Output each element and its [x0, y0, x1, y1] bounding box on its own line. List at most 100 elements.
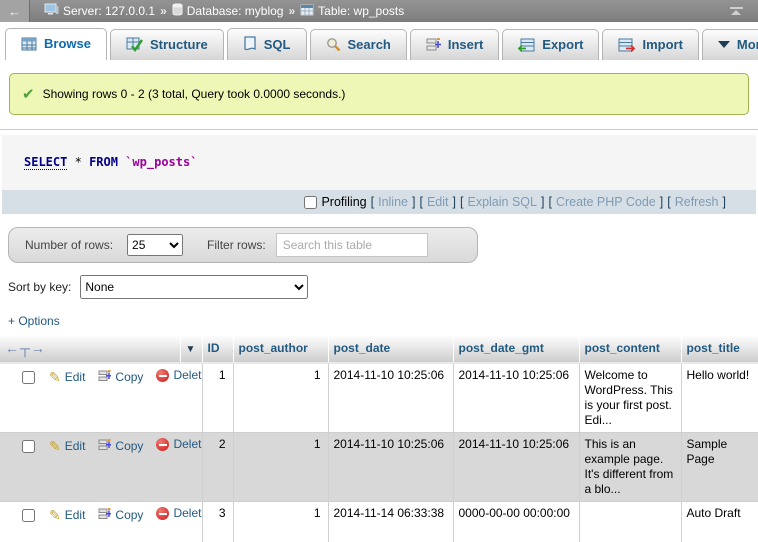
tab-search-label: Search — [348, 37, 391, 52]
table-row: ✎EditCopyDelete 1 1 2014-11-10 10:25:06 … — [0, 363, 758, 433]
with-selected-header[interactable]: ▼ — [180, 335, 202, 363]
sort-by-key-select[interactable]: None — [80, 275, 308, 299]
query-actions-bar: Profiling [ Inline ] [ Edit ] [ Explain … — [2, 190, 756, 214]
breadcrumb-table[interactable]: Table: wp_posts — [300, 4, 404, 19]
back-button[interactable]: ← — [0, 0, 30, 22]
number-of-rows-select[interactable]: 25 — [127, 234, 183, 256]
success-check-icon: ✔ — [22, 85, 35, 103]
edit-link[interactable]: ✎Edit — [49, 370, 85, 385]
profiling-label: Profiling — [321, 195, 366, 209]
cell-id: 1 — [202, 363, 233, 433]
explain-sql-link[interactable]: Explain SQL — [467, 195, 536, 209]
copy-icon — [98, 507, 111, 524]
bracket: ] — [723, 195, 726, 209]
section-divider — [0, 129, 758, 130]
column-header-post-title[interactable]: post_title — [681, 335, 758, 363]
delete-label: Delete — [173, 368, 202, 383]
filter-rows-label: Filter rows: — [207, 238, 266, 252]
bracket: ] — [412, 195, 415, 209]
breadcrumb-database[interactable]: Database: myblog — [172, 3, 284, 19]
tab-sql[interactable]: SQL — [227, 28, 307, 60]
tab-import[interactable]: Import — [602, 29, 698, 60]
refresh-link[interactable]: Refresh — [675, 195, 719, 209]
filter-rows-input[interactable] — [276, 233, 428, 257]
tab-structure-label: Structure — [150, 37, 208, 52]
cell-id: 2 — [202, 433, 233, 502]
copy-link[interactable]: Copy — [98, 507, 143, 524]
sql-table-identifier: `wp_posts` — [125, 155, 197, 169]
breadcrumb-server-label: Server: 127.0.0.1 — [63, 4, 155, 18]
status-message: ✔ Showing rows 0 - 2 (3 total, Query too… — [9, 73, 749, 115]
tab-search[interactable]: Search — [310, 29, 407, 60]
row-checkbox[interactable] — [22, 371, 35, 384]
options-toggle-link[interactable]: + Options — [8, 314, 60, 328]
create-php-code-link[interactable]: Create PHP Code — [556, 195, 656, 209]
edit-label: Edit — [65, 439, 86, 454]
breadcrumb-database-label: Database: myblog — [187, 4, 284, 18]
back-arrow-icon: ← — [8, 4, 21, 19]
sql-query-box: SELECT * FROM `wp_posts` — [2, 135, 756, 190]
table-row: ✎EditCopyDelete 2 1 2014-11-10 10:25:06 … — [0, 433, 758, 502]
collapse-icon[interactable] — [728, 7, 758, 15]
insert-icon — [426, 37, 441, 52]
tab-sql-label: SQL — [264, 37, 291, 52]
copy-link[interactable]: Copy — [98, 369, 143, 386]
edit-label: Edit — [65, 508, 86, 523]
search-icon — [326, 37, 341, 52]
column-header-id[interactable]: ID — [202, 335, 233, 363]
row-checkbox[interactable] — [22, 509, 35, 522]
database-icon — [172, 3, 183, 19]
breadcrumb-separator: » — [288, 4, 295, 18]
sql-keyword-select[interactable]: SELECT — [24, 155, 67, 170]
sql-keyword-from: FROM — [89, 155, 118, 169]
tab-insert[interactable]: Insert — [410, 29, 499, 60]
bracket: ] — [660, 195, 663, 209]
column-move-header[interactable]: ←┬→ — [0, 335, 180, 363]
breadcrumb-server[interactable]: Server: 127.0.0.1 — [44, 3, 155, 19]
edit-label: Edit — [65, 370, 86, 385]
tab-browse[interactable]: Browse — [5, 28, 107, 60]
sql-icon — [243, 36, 257, 52]
bracket: [ — [667, 195, 670, 209]
pencil-icon: ✎ — [49, 508, 61, 523]
structure-icon — [126, 37, 143, 52]
cell-post-date-gmt: 2014-11-10 10:25:06 — [453, 363, 579, 433]
edit-link[interactable]: ✎Edit — [49, 439, 85, 454]
tab-structure[interactable]: Structure — [110, 29, 224, 60]
column-header-post-author[interactable]: post_author — [233, 335, 328, 363]
column-header-post-date[interactable]: post_date — [328, 335, 453, 363]
bracket: [ — [460, 195, 463, 209]
copy-link[interactable]: Copy — [98, 438, 143, 455]
delete-link[interactable]: Delete — [156, 368, 202, 383]
delete-link[interactable]: Delete — [156, 506, 202, 521]
column-header-post-date-gmt[interactable]: post_date_gmt — [453, 335, 579, 363]
delete-icon — [156, 438, 169, 451]
sort-dropdown-icon[interactable]: ▼ — [186, 344, 196, 355]
status-message-text: Showing rows 0 - 2 (3 total, Query took … — [43, 87, 346, 101]
cell-post-title: Auto Draft — [681, 502, 758, 542]
cell-post-content: This is an example page. It's different … — [579, 433, 681, 502]
tab-export-label: Export — [542, 37, 583, 52]
sort-by-key-label: Sort by key: — [8, 280, 71, 294]
delete-link[interactable]: Delete — [156, 437, 202, 452]
delete-icon — [156, 369, 169, 382]
column-header-post-content[interactable]: post_content — [579, 335, 681, 363]
profiling-toggle[interactable]: Profiling — [304, 195, 366, 209]
move-columns-icon[interactable]: ←┬→ — [5, 340, 46, 356]
tab-more-label: More — [737, 37, 758, 52]
delete-icon — [156, 507, 169, 520]
cell-post-title: Sample Page — [681, 433, 758, 502]
server-icon — [44, 3, 59, 19]
rows-control-box: Number of rows: 25 Filter rows: — [8, 227, 478, 263]
edit-query-link[interactable]: Edit — [427, 195, 449, 209]
edit-link[interactable]: ✎ Edit — [49, 508, 85, 523]
browse-icon — [21, 37, 37, 51]
tab-export[interactable]: Export — [502, 29, 599, 60]
row-checkbox[interactable] — [22, 440, 35, 453]
breadcrumb-table-label: Table: wp_posts — [318, 4, 404, 18]
bracket: [ — [371, 195, 374, 209]
tab-more[interactable]: More — [702, 29, 758, 60]
profiling-checkbox[interactable] — [304, 196, 317, 209]
cell-post-date: 2014-11-10 10:25:06 — [328, 363, 453, 433]
inline-link[interactable]: Inline — [378, 195, 408, 209]
